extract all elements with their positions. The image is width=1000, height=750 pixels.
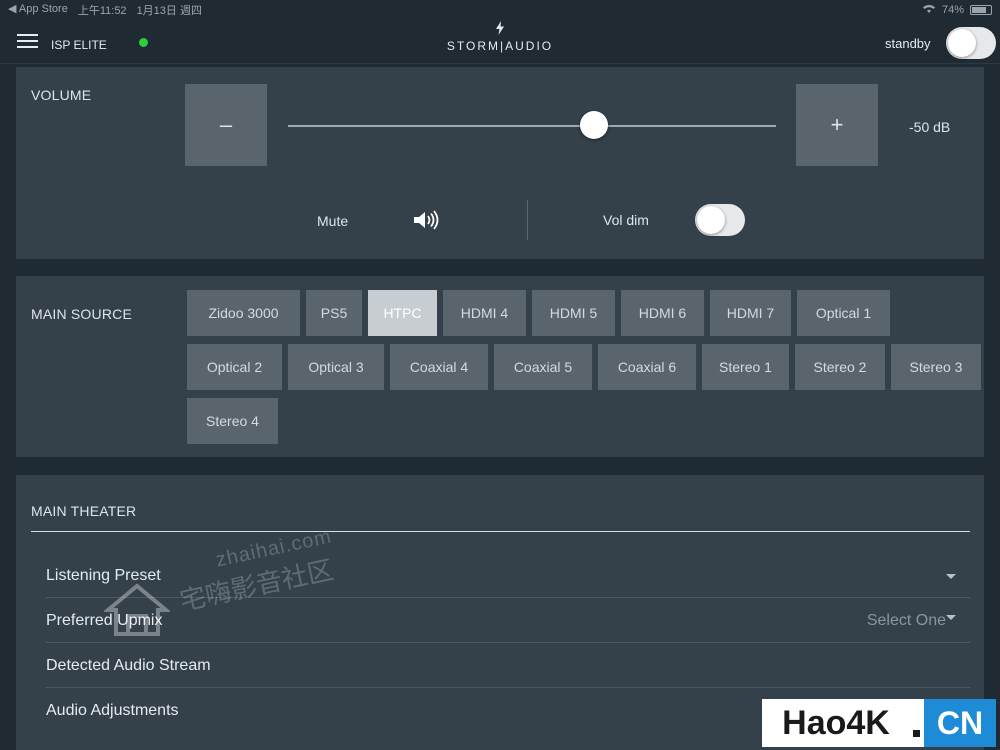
chevron-down-icon — [946, 615, 956, 620]
speaker-icon[interactable] — [412, 209, 440, 231]
source-button-hdmi-6[interactable]: HDMI 6 — [621, 290, 704, 336]
vol-dim-toggle[interactable] — [695, 204, 745, 236]
lightning-bolt-icon — [0, 21, 1000, 38]
wifi-icon — [922, 4, 936, 17]
hao4k-text: Hao4K — [762, 699, 910, 747]
preferred-upmix-value: Select One — [866, 612, 946, 629]
source-button-coaxial-6[interactable]: Coaxial 6 — [598, 344, 696, 390]
status-bar: ◀ App Store 上午11:52 1月13日 週四 74% — [0, 0, 1000, 20]
volume-divider — [527, 200, 528, 240]
app-header: ISP ELITE STORM|AUDIO standby — [0, 20, 1000, 64]
detected-audio-stream-label: Detected Audio Stream — [46, 657, 211, 674]
status-date: 1月13日 週四 — [136, 5, 202, 17]
volume-up-button[interactable]: + — [796, 84, 878, 166]
battery-percent: 74% — [941, 4, 964, 16]
battery-icon — [970, 5, 992, 15]
storm-audio-logo: STORM|AUDIO — [0, 20, 1000, 53]
standby-toggle[interactable] — [946, 27, 996, 59]
volume-panel: VOLUME – + -50 dB Mute Vol dim — [16, 67, 984, 259]
volume-down-button[interactable]: – — [185, 84, 267, 166]
standby-label: standby — [885, 36, 931, 51]
source-button-hdmi-5[interactable]: HDMI 5 — [532, 290, 615, 336]
source-button-coaxial-4[interactable]: Coaxial 4 — [390, 344, 488, 390]
standby-toggle-knob — [948, 29, 976, 57]
source-button-zidoo-3000[interactable]: Zidoo 3000 — [187, 290, 300, 336]
hao4k-dot — [910, 699, 924, 747]
source-button-stereo-2[interactable]: Stereo 2 — [795, 344, 885, 390]
source-button-ps5[interactable]: PS5 — [306, 290, 362, 336]
main-source-panel: MAIN SOURCE Zidoo 3000 PS5 HTPC HDMI 4 HDMI … — [16, 276, 984, 457]
watermark-house-logo — [104, 583, 170, 636]
volume-value: -50 dB — [909, 119, 951, 135]
source-button-optical-1[interactable]: Optical 1 — [797, 290, 890, 336]
volume-slider-knob[interactable] — [579, 111, 608, 139]
mute-label: Mute — [317, 213, 349, 229]
source-button-optical-3[interactable]: Optical 3 — [288, 344, 384, 390]
hao4k-watermark-badge: Hao4K CN — [762, 699, 996, 747]
source-button-stereo-4[interactable]: Stereo 4 — [187, 398, 278, 444]
header-divider — [0, 63, 1000, 64]
main-theater-title: MAIN THEATER — [31, 503, 137, 519]
source-button-optical-2[interactable]: Optical 2 — [187, 344, 282, 390]
source-button-stereo-3[interactable]: Stereo 3 — [891, 344, 981, 390]
source-button-stereo-1[interactable]: Stereo 1 — [702, 344, 789, 390]
volume-title: VOLUME — [31, 87, 92, 103]
logo-text: STORM|AUDIO — [446, 39, 554, 53]
main-theater-divider — [31, 531, 970, 532]
source-button-coaxial-5[interactable]: Coaxial 5 — [494, 344, 592, 390]
hao4k-cn: CN — [924, 699, 996, 747]
audio-adjustments-label: Audio Adjustments — [46, 702, 179, 719]
vol-dim-label: Vol dim — [603, 212, 649, 228]
detected-audio-stream-row[interactable]: Detected Audio Stream — [46, 643, 970, 688]
vol-dim-toggle-knob — [697, 206, 725, 234]
chevron-down-icon — [946, 574, 956, 579]
volume-slider-track[interactable] — [288, 125, 776, 127]
source-button-hdmi-4[interactable]: HDMI 4 — [443, 290, 526, 336]
source-button-hdmi-7[interactable]: HDMI 7 — [710, 290, 791, 336]
main-source-title: MAIN SOURCE — [31, 306, 132, 322]
back-to-app-store[interactable]: ◀ App Store — [8, 2, 68, 18]
status-time: 上午11:52 — [77, 5, 127, 17]
source-button-htpc[interactable]: HTPC — [368, 290, 437, 336]
